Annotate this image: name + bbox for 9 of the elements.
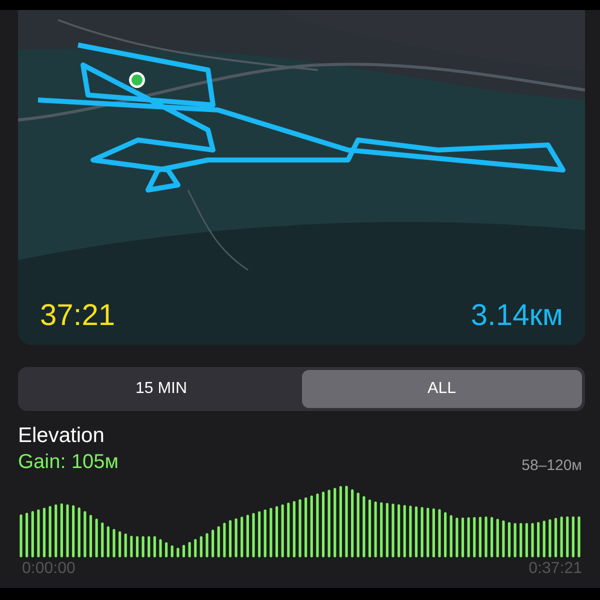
distance-label: 3.14км xyxy=(470,299,563,333)
end-time: 0:37:21 xyxy=(528,560,582,578)
segment-tab[interactable]: ALL xyxy=(302,370,582,408)
section-title: Elevation xyxy=(18,425,106,447)
segment-tab[interactable]: 15 MIN xyxy=(21,370,302,408)
duration-label: 37:21 xyxy=(40,299,116,333)
range-label: 58–120м xyxy=(522,457,582,474)
start-time: 0:00:00 xyxy=(22,560,76,578)
gain-label: Gain: 105м xyxy=(18,451,118,474)
